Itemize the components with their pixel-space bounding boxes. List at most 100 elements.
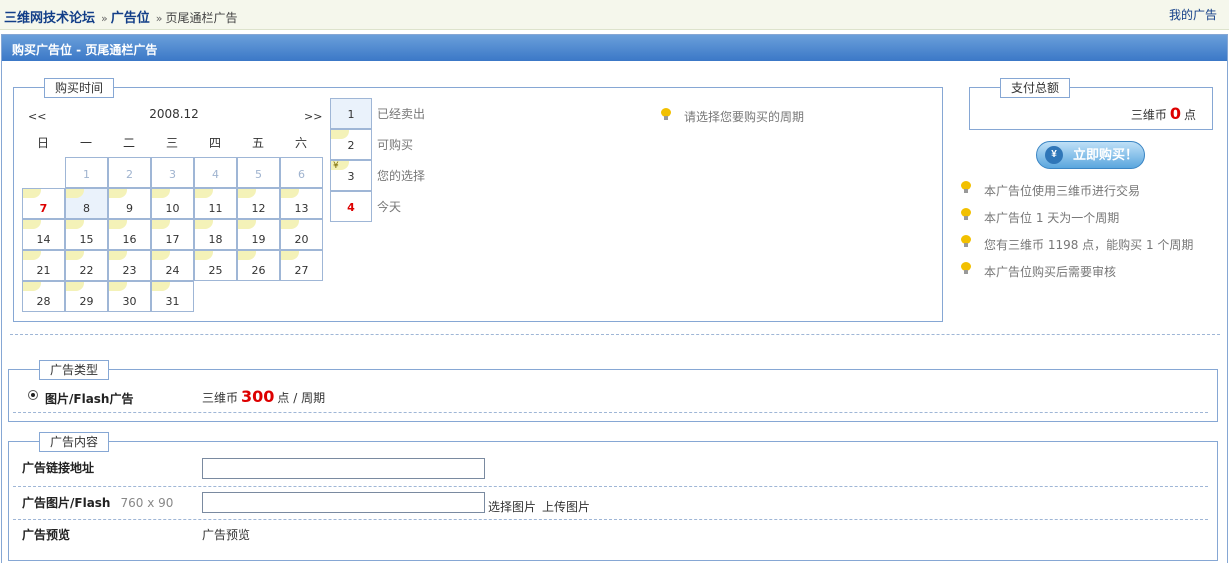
buy-now-button[interactable]: ¥ 立即购买！ xyxy=(1036,141,1145,169)
my-ads-link[interactable]: 我的广告 xyxy=(1169,6,1217,23)
breadcrumb: 三维网技术论坛» 广告位» 页尾通栏广告 xyxy=(4,7,238,26)
calendar-day[interactable]: 16 xyxy=(108,219,151,250)
ad-preview-label: 广告预览 xyxy=(22,528,71,542)
lightbulb-icon xyxy=(961,208,971,220)
lightbulb-icon xyxy=(661,108,671,120)
lightbulb-icon xyxy=(961,235,971,247)
ad-link-input[interactable] xyxy=(202,458,485,479)
ad-type-radio[interactable] xyxy=(28,390,38,400)
ad-image-label: 广告图片/Flash 760 x 90 xyxy=(22,494,173,511)
calendar-day[interactable]: 7 xyxy=(22,188,65,219)
payment-unit: 点 xyxy=(1183,108,1196,122)
payment-total-legend: 支付总额 xyxy=(1000,78,1070,98)
calendar-weekday: 六 xyxy=(294,136,307,150)
calendar-day[interactable]: 26 xyxy=(237,250,280,281)
row-divider xyxy=(13,412,1208,413)
legend-swatch: 2 xyxy=(330,129,372,160)
payment-note: 您有三维币 1198 点，能购买 1 个周期 xyxy=(984,238,1194,252)
breadcrumb-separator: » xyxy=(155,12,163,25)
ad-content-section: 广告内容 广告链接地址 广告图片/Flash 760 x 90 选择图片 上传图片… xyxy=(8,432,1218,561)
breadcrumb-ad-slot-link[interactable]: 广告位 xyxy=(111,11,150,26)
calendar-day[interactable]: 22 xyxy=(65,250,108,281)
payment-total-section: 支付总额 三维币 0 点 xyxy=(969,78,1213,130)
legend-swatch: 3 ¥ xyxy=(330,160,372,191)
calendar-day[interactable]: 19 xyxy=(237,219,280,250)
calendar-next-button[interactable]: >> xyxy=(304,110,322,123)
calendar-day[interactable]: 12 xyxy=(237,188,280,219)
lightbulb-icon xyxy=(961,181,971,193)
coin-icon: ¥ xyxy=(333,161,339,171)
legend-swatch-number: 1 xyxy=(347,108,355,121)
legend-swatch: 4 xyxy=(330,191,372,222)
calendar-weekday: 一 xyxy=(79,136,92,150)
ad-type-section: 广告类型 图片/Flash广告 三维币 300 点 / 周期 xyxy=(8,360,1218,422)
ad-link-label: 广告链接地址 xyxy=(22,461,95,475)
legend-label: 今天 xyxy=(377,200,402,214)
choose-image-link[interactable]: 选择图片 xyxy=(488,498,536,515)
calendar-day[interactable]: 15 xyxy=(65,219,108,250)
ad-type-option-label[interactable]: 图片/Flash广告 xyxy=(45,390,133,407)
ad-type-legend: 广告类型 xyxy=(39,360,109,380)
purchase-time-legend: 购买时间 xyxy=(44,78,114,98)
legend-swatch: 1 xyxy=(330,98,372,129)
breadcrumb-forum-link[interactable]: 三维网技术论坛 xyxy=(4,11,95,26)
payment-note: 本广告位 1 天为一个周期 xyxy=(984,211,1120,225)
top-bar: 三维网技术论坛» 广告位» 页尾通栏广告 我的广告 xyxy=(0,0,1229,30)
calendar-day[interactable]: 31 xyxy=(151,281,194,312)
legend-label: 您的选择 xyxy=(377,169,426,183)
calendar-day[interactable]: 27 xyxy=(280,250,323,281)
calendar-weekday: 二 xyxy=(122,136,135,150)
row-divider xyxy=(13,519,1208,520)
payment-note: 本广告位使用三维币进行交易 xyxy=(984,184,1141,198)
payment-total-value: 三维币 0 点 xyxy=(1131,104,1196,123)
calendar-day[interactable]: 9 xyxy=(108,188,151,219)
calendar-day[interactable]: 24 xyxy=(151,250,194,281)
breadcrumb-current: 页尾通栏广告 xyxy=(165,11,238,25)
payment-currency: 三维币 xyxy=(1130,108,1167,122)
panel-title: 购买广告位 - 页尾通栏广告 xyxy=(2,35,1227,61)
ad-price-prefix: 三维币 xyxy=(202,391,239,405)
calendar-day[interactable]: 17 xyxy=(151,219,194,250)
calendar-day[interactable]: 21 xyxy=(22,250,65,281)
calendar-day[interactable]: 28 xyxy=(22,281,65,312)
calendar-day[interactable]: 8 xyxy=(65,188,108,219)
calendar-day[interactable]: 30 xyxy=(108,281,151,312)
calendar-day[interactable]: 25 xyxy=(194,250,237,281)
purchase-time-section: 购买时间 << 2008.12 >> 日一二三四五六 1 2 3 4 5 6 7 8 9 10 11… xyxy=(13,78,943,322)
row-divider xyxy=(13,486,1208,487)
calendar-day: 2 xyxy=(108,157,151,188)
calendar-weekday: 三 xyxy=(165,136,178,150)
payment-amount: 0 xyxy=(1169,104,1181,123)
calendar-day[interactable]: 14 xyxy=(22,219,65,250)
select-period-hint: 请选择您要购买的周期 xyxy=(684,110,805,124)
ad-type-price: 三维币 300 点 / 周期 xyxy=(202,387,325,406)
calendar-day: 6 xyxy=(280,157,323,188)
calendar-weekday: 四 xyxy=(208,136,221,150)
ad-image-input[interactable] xyxy=(202,492,485,513)
legend-label: 可购买 xyxy=(377,138,414,152)
calendar-day: 3 xyxy=(151,157,194,188)
legend-swatch-number: 4 xyxy=(347,201,355,214)
ad-price-suffix: 点 / 周期 xyxy=(277,391,326,405)
calendar-day[interactable]: 18 xyxy=(194,219,237,250)
calendar-day: 4 xyxy=(194,157,237,188)
calendar-weekday: 五 xyxy=(251,136,264,150)
calendar-day: 1 xyxy=(65,157,108,188)
payment-note: 本广告位购买后需要审核 xyxy=(984,265,1117,279)
calendar-day[interactable]: 20 xyxy=(280,219,323,250)
section-divider xyxy=(10,334,1220,335)
upload-image-link[interactable]: 上传图片 xyxy=(542,498,590,515)
calendar-day[interactable]: 13 xyxy=(280,188,323,219)
calendar-weekday: 日 xyxy=(36,136,49,150)
calendar-day[interactable]: 11 xyxy=(194,188,237,219)
calendar-day: 5 xyxy=(237,157,280,188)
calendar-day[interactable]: 10 xyxy=(151,188,194,219)
ad-price-value: 300 xyxy=(241,387,275,406)
ad-image-label-text: 广告图片/Flash xyxy=(22,496,111,510)
ad-image-size: 760 x 90 xyxy=(120,496,174,510)
legend-swatch-number: 3 xyxy=(347,170,355,183)
lightbulb-icon xyxy=(961,262,971,274)
calendar-day[interactable]: 23 xyxy=(108,250,151,281)
calendar-day[interactable]: 29 xyxy=(65,281,108,312)
calendar-prev-button[interactable]: << xyxy=(28,110,46,123)
